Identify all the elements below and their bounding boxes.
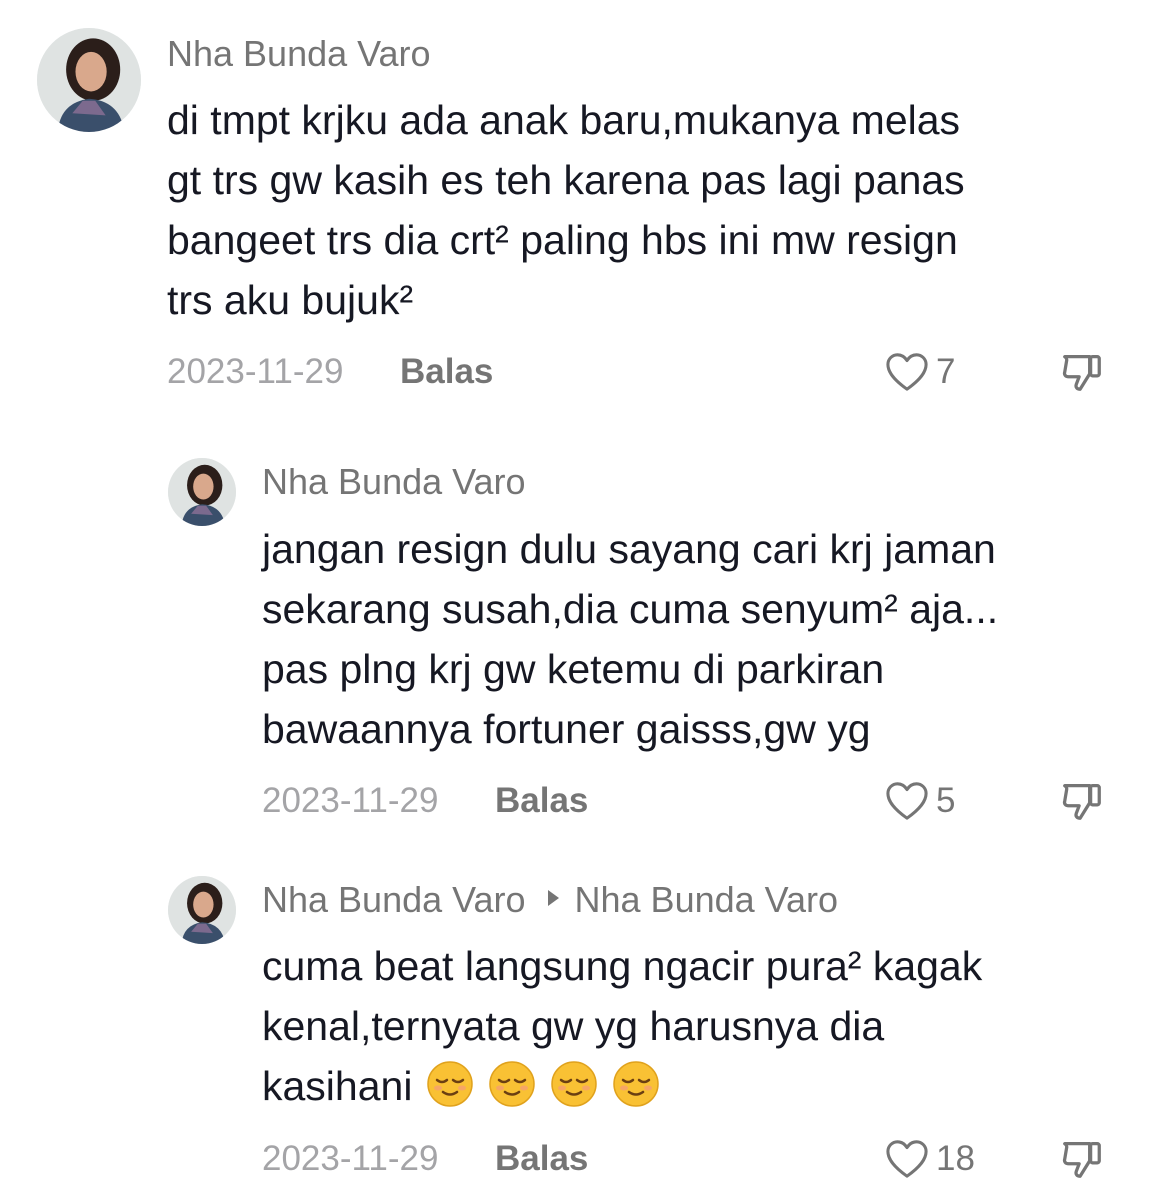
like-button[interactable]: 18 [884,1134,975,1184]
heart-outline-icon [886,353,928,391]
comment-text: cuma beat langsung ngacir pura² kagak ke… [262,936,1132,1116]
comment-2: Nha Bunda Varo jangan resign dulu sayang… [0,440,1154,840]
reply-to-username[interactable]: Nha Bunda Varo [575,879,839,920]
like-count: 5 [936,781,956,820]
comment-username[interactable]: Nha Bunda Varo [262,879,526,920]
comment-meta: 2023-11-29 Balas 7 [167,347,1117,397]
relieved-face-icon [550,1060,598,1108]
comment-text: jangan resign dulu sayang cari krj jaman… [262,526,999,752]
like-button[interactable]: 7 [884,347,955,397]
dislike-button[interactable] [1059,778,1105,824]
triangle-right-icon [547,890,559,906]
thumbs-down-icon [1062,784,1101,820]
comment-1: Nha Bunda Varo di tmpt krjku ada anak ba… [0,0,1154,420]
avatar[interactable] [168,458,236,526]
comment-username[interactable]: Nha Bunda Varo [167,32,431,76]
avatar-image [168,876,236,944]
comment-date: 2023-11-29 [262,1139,439,1178]
dislike-button[interactable] [1059,1136,1105,1182]
avatar-image [168,458,236,526]
comment-3: Nha Bunda Varo Nha Bunda Varo cuma beat l… [0,858,1154,1200]
comment-date: 2023-11-29 [262,781,439,820]
comment-date: 2023-11-29 [167,352,344,391]
avatar[interactable] [168,876,236,944]
thumbs-down-icon [1062,1142,1101,1178]
relieved-face-icon [612,1060,660,1108]
like-count: 18 [936,1139,975,1178]
heart-outline-icon [886,782,928,820]
comment-username-row: Nha Bunda Varo Nha Bunda Varo [262,878,838,922]
like-count: 7 [936,352,956,391]
reply-button[interactable]: Balas [495,1134,588,1184]
dislike-button[interactable] [1059,349,1105,395]
thumbs-down-icon [1062,355,1101,391]
comment-meta: 2023-11-29 Balas 18 [262,1134,1117,1184]
relieved-face-icon [488,1060,536,1108]
comment-meta: 2023-11-29 Balas 5 [262,776,1117,826]
reply-button[interactable]: Balas [400,347,493,397]
relieved-face-icon [426,1060,474,1108]
heart-outline-icon [886,1140,928,1178]
reply-button[interactable]: Balas [495,776,588,826]
comment-text: di tmpt krjku ada anak baru,mukanya mela… [167,97,965,323]
like-button[interactable]: 5 [884,776,955,826]
avatar-image [37,28,141,132]
comment-username[interactable]: Nha Bunda Varo [262,460,526,504]
avatar[interactable] [37,28,141,132]
